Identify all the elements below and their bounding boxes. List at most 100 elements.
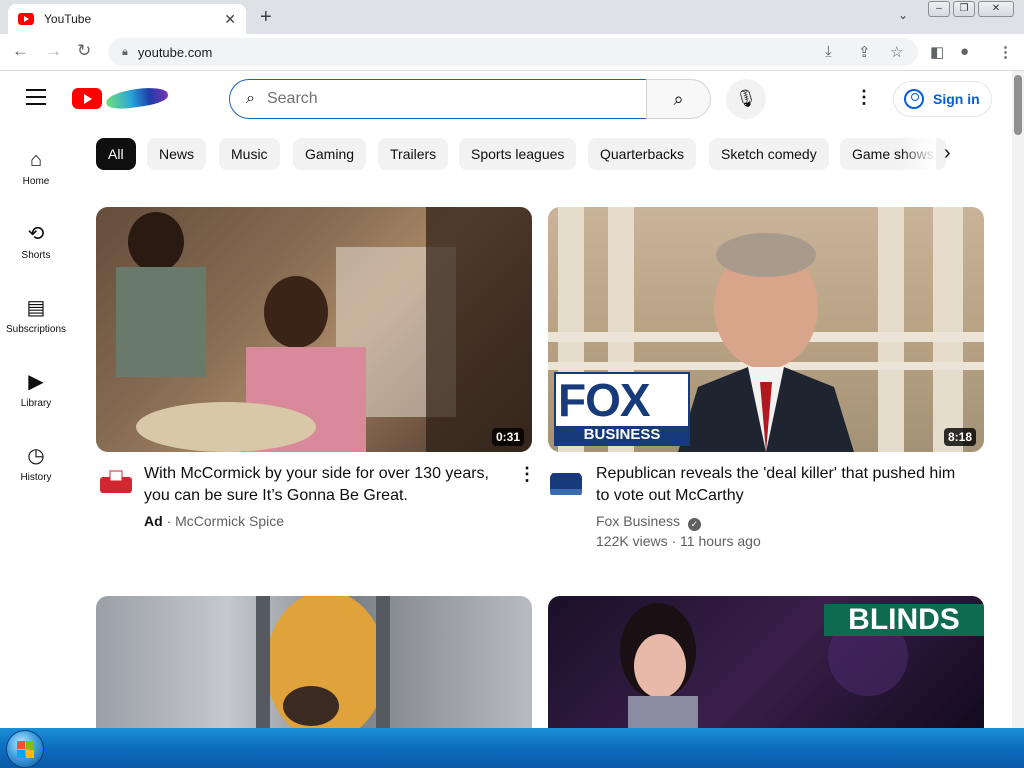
channel-name[interactable]: McCormick Spice [175, 513, 284, 529]
sidebar-item-history[interactable]: ◷ History [0, 444, 72, 483]
windows-start-button[interactable] [6, 730, 44, 768]
side-panel-icon[interactable]: ◧ [930, 43, 944, 61]
address-url: youtube.com [137, 44, 213, 60]
sidebar-item-label: Home [22, 176, 50, 187]
settings-more-icon[interactable]: ⋮ [855, 87, 873, 108]
tab-title: YouTube [44, 12, 92, 26]
youtube-doodle-icon [105, 84, 169, 112]
restore-window-button[interactable]: ❐ [953, 1, 975, 17]
view-count: 122K views [596, 533, 668, 549]
sidebar-item-library[interactable]: ▶ Library [0, 370, 72, 409]
video-thumbnail[interactable] [96, 596, 532, 728]
search-icon: ⌕ [673, 89, 684, 109]
meta-separator: · [166, 513, 176, 529]
business-logo-text: BUSINESS [556, 426, 688, 444]
youtube-logo[interactable] [72, 84, 172, 112]
account-icon [904, 89, 924, 109]
thumbnail-image [256, 596, 390, 728]
sign-in-button[interactable]: Sign in [893, 81, 992, 117]
home-icon: ⌂ [29, 149, 43, 171]
history-icon: ◷ [27, 445, 45, 467]
sidebar-item-label: Shorts [21, 250, 51, 261]
ad-badge: Ad [144, 513, 163, 529]
verified-check-icon: ✓ [687, 518, 701, 531]
youtube-header: ⌕ ⌕ 🎙︎ ⋮ Sign in [0, 71, 1012, 127]
sidebar-item-label: Library [20, 398, 52, 409]
video-menu-icon[interactable]: ⋮ [518, 464, 536, 485]
fox-business-logo: FOX BUSINESS [554, 372, 690, 446]
forward-arrow-icon[interactable]: → [45, 41, 62, 61]
guide-menu-icon[interactable] [26, 89, 46, 105]
video-meta: Fox Business ✓ [596, 513, 701, 531]
chip-all[interactable]: All [96, 138, 136, 170]
bookmark-star-icon[interactable]: ☆ [890, 43, 903, 61]
chip-music[interactable]: Music [219, 138, 280, 170]
channel-avatar[interactable] [548, 467, 584, 503]
chip-sketch-comedy[interactable]: Sketch comedy [709, 138, 829, 170]
profile-icon[interactable]: ● [960, 43, 969, 60]
video-thumbnail[interactable]: FOX BUSINESS 8:18 [548, 207, 984, 452]
thumbnail-image [96, 207, 532, 452]
address-bar[interactable]: 🔒︎ youtube.com [108, 38, 918, 66]
video-title[interactable]: Republican reveals the 'deal killer' tha… [596, 463, 966, 507]
search-icon: ⌕ [246, 90, 255, 107]
channel-avatar[interactable] [98, 467, 134, 503]
video-meta: Ad · McCormick Spice [144, 513, 284, 529]
back-arrow-icon[interactable]: ← [12, 41, 29, 61]
mccormick-logo-icon [100, 470, 132, 493]
windows-logo-icon [17, 741, 35, 759]
chip-news[interactable]: News [147, 138, 207, 170]
page-scrollbar[interactable] [1012, 71, 1024, 728]
tab-search-chevron-icon[interactable]: ⌄ [898, 8, 908, 22]
chip-gaming[interactable]: Gaming [293, 138, 367, 170]
reload-icon[interactable]: ↻ [77, 41, 91, 61]
close-tab-icon[interactable]: ✕ [224, 11, 236, 28]
video-duration: 8:18 [943, 428, 976, 446]
search-input[interactable] [266, 90, 587, 108]
meta-separator: · [671, 533, 681, 549]
video-duration: 0:31 [491, 428, 524, 446]
sidebar-item-shorts[interactable]: ⟲ Shorts [0, 222, 72, 261]
search-button[interactable]: ⌕ [646, 79, 711, 119]
sidebar-item-label: History [20, 472, 52, 483]
install-app-icon[interactable]: ⤓ [825, 43, 832, 60]
new-tab-icon[interactable]: + [260, 6, 272, 29]
fox-logo-text: FOX [558, 374, 651, 426]
channel-name[interactable]: Fox Business [596, 513, 680, 529]
sidebar-item-subscriptions[interactable]: ▤ Subscriptions [0, 296, 72, 335]
subscriptions-icon: ▤ [26, 297, 46, 319]
sidebar-item-label: Subscriptions [5, 324, 67, 335]
video-thumbnail[interactable]: BLINDS [548, 596, 984, 728]
chip-sports-leagues[interactable]: Sports leagues [459, 138, 577, 170]
video-title[interactable]: With McCormick by your side for over 130… [144, 463, 514, 507]
minimize-window-button[interactable]: – [928, 1, 950, 17]
chrome-menu-icon[interactable]: ⋮ [998, 43, 1013, 61]
windows-taskbar [0, 728, 1024, 768]
chip-quarterbacks[interactable]: Quarterbacks [588, 138, 697, 170]
youtube-play-logo-icon [72, 88, 102, 109]
fox-business-avatar-icon [550, 473, 582, 495]
share-icon[interactable]: ⇪ [858, 43, 871, 61]
library-icon: ▶ [28, 371, 44, 393]
close-window-button[interactable]: ✕ [978, 1, 1014, 17]
video-stats: 122K views · 11 hours ago [596, 533, 761, 549]
youtube-favicon-icon [18, 13, 34, 25]
chip-trailers[interactable]: Trailers [378, 138, 449, 170]
microphone-icon: 🎙︎ [735, 89, 757, 108]
filter-chips-bar: All News Music Gaming Trailers Sports le… [96, 138, 976, 172]
upload-age: 11 hours ago [680, 533, 761, 549]
lock-icon: 🔒︎ [122, 45, 128, 58]
thumbnail-caption: BLINDS [824, 604, 984, 636]
browser-tab[interactable]: YouTube ✕ [8, 4, 246, 34]
browser-toolbar: ← → ↻ 🔒︎ youtube.com ⤓ ⇪ ☆ ◧ ● ⋮ [0, 34, 1024, 71]
scrollbar-thumb[interactable] [1014, 75, 1022, 135]
voice-search-button[interactable]: 🎙︎ [726, 79, 766, 119]
video-thumbnail[interactable]: 0:31 [96, 207, 532, 452]
chevron-right-icon[interactable]: › [944, 142, 951, 165]
search-box[interactable]: ⌕ [229, 79, 647, 119]
browser-tab-strip: YouTube ✕ + ⌄ – ❐ ✕ [0, 0, 1024, 34]
shorts-icon: ⟲ [27, 223, 45, 245]
sign-in-label: Sign in [933, 91, 980, 107]
sidebar-item-home[interactable]: ⌂ Home [0, 148, 72, 187]
chips-fade [900, 138, 936, 172]
